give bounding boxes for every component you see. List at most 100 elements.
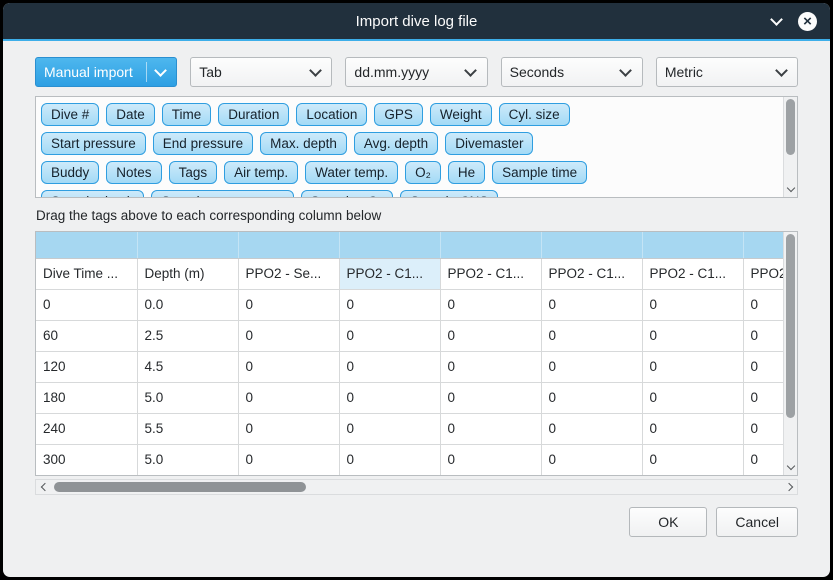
table-cell: 0	[541, 351, 642, 382]
tag-row: Dive # Date Time Duration Location GPS Weight C…	[41, 103, 776, 126]
scroll-right-arrow[interactable]	[783, 480, 796, 494]
column-drop-target[interactable]	[440, 232, 541, 258]
import-mode-combo[interactable]: Manual import	[35, 57, 177, 87]
tag-sample-po[interactable]: Sample pO₂	[301, 190, 394, 197]
table-row: 2405.5000000	[36, 413, 783, 444]
tag-he[interactable]: He	[448, 161, 485, 184]
tag-date[interactable]: Date	[106, 103, 155, 126]
tag-buddy[interactable]: Buddy	[41, 161, 99, 184]
field-separator-value: Tab	[199, 64, 307, 80]
ok-button[interactable]: OK	[629, 507, 707, 537]
chevron-down-icon	[463, 69, 479, 75]
chevron-down-icon	[786, 184, 794, 192]
column-drop-target[interactable]	[743, 232, 783, 258]
column-header[interactable]: PPO2 - C1...	[339, 258, 440, 289]
tag-notes[interactable]: Notes	[106, 161, 161, 184]
tag-sample-cns[interactable]: Sample CNS	[400, 190, 498, 197]
column-drop-target[interactable]	[36, 232, 137, 258]
table-cell: 180	[36, 382, 137, 413]
titlebar-buttons: ×	[769, 12, 830, 31]
table-cell: 0	[541, 382, 642, 413]
cancel-button[interactable]: Cancel	[716, 507, 798, 537]
table-cell: 0	[642, 382, 743, 413]
table-cell: 0	[339, 413, 440, 444]
table-cell: 0	[440, 289, 541, 320]
tag-end-pressure[interactable]: End pressure	[153, 132, 253, 155]
column-drop-target[interactable]	[642, 232, 743, 258]
column-header[interactable]: Dive Time ...	[36, 258, 137, 289]
tag-divemaster[interactable]: Divemaster	[445, 132, 533, 155]
table-cell: 0	[743, 413, 783, 444]
column-header[interactable]: PPO2 - C1...	[743, 258, 783, 289]
tag-sample-temperature[interactable]: Sample temperature	[151, 190, 293, 197]
scrollbar-thumb[interactable]	[54, 482, 306, 492]
tag-gps[interactable]: GPS	[374, 103, 423, 126]
column-drop-target[interactable]	[238, 232, 339, 258]
unit-system-combo[interactable]: Metric	[656, 57, 798, 87]
table-row: 1204.5000000	[36, 351, 783, 382]
table-row: 602.5000000	[36, 320, 783, 351]
tag-start-pressure[interactable]: Start pressure	[41, 132, 146, 155]
column-drop-target[interactable]	[339, 232, 440, 258]
scrollbar-thumb[interactable]	[786, 99, 795, 155]
column-header[interactable]: PPO2 - C1...	[642, 258, 743, 289]
tag-pool-rows: Dive # Date Time Duration Location GPS Weight C…	[36, 97, 781, 197]
preview-table: Dive Time ...Depth (m)PPO2 - Se...PPO2 -…	[36, 232, 783, 475]
table-cell: 0	[238, 413, 339, 444]
tag-water-temp[interactable]: Water temp.	[305, 161, 398, 184]
column-header[interactable]: PPO2 - C1...	[541, 258, 642, 289]
date-format-combo[interactable]: dd.mm.yyyy	[345, 57, 487, 87]
column-drop-target[interactable]	[137, 232, 238, 258]
table-cell: 120	[36, 351, 137, 382]
tag-sample-depth[interactable]: Sample depth	[41, 190, 144, 197]
tag-location[interactable]: Location	[296, 103, 367, 126]
column-header[interactable]: PPO2 - Se...	[238, 258, 339, 289]
close-button[interactable]: ×	[798, 12, 817, 31]
table-cell: 0	[541, 413, 642, 444]
date-format-value: dd.mm.yyyy	[354, 64, 462, 80]
tag-dive[interactable]: Dive #	[41, 103, 99, 126]
table-cell: 0	[642, 413, 743, 444]
drag-instruction-label: Drag the tags above to each correspondin…	[36, 208, 797, 223]
tag-o[interactable]: O₂	[405, 161, 441, 184]
chevron-down-icon	[307, 69, 323, 75]
tag-tags[interactable]: Tags	[169, 161, 218, 184]
titlebar[interactable]: Import dive log file ×	[3, 3, 830, 39]
column-header[interactable]: Depth (m)	[137, 258, 238, 289]
scroll-left-arrow[interactable]	[37, 480, 50, 494]
tag-time[interactable]: Time	[162, 103, 212, 126]
tag-duration[interactable]: Duration	[218, 103, 289, 126]
table-cell: 0	[440, 351, 541, 382]
table-cell: 240	[36, 413, 137, 444]
table-cell: 4.5	[137, 351, 238, 382]
field-separator-combo[interactable]: Tab	[190, 57, 332, 87]
shade-window-icon[interactable]	[769, 14, 783, 28]
scrollbar-thumb[interactable]	[786, 234, 795, 418]
column-header[interactable]: PPO2 - C1...	[440, 258, 541, 289]
time-units-combo[interactable]: Seconds	[501, 57, 643, 87]
tag-pool-scrollbar[interactable]	[783, 97, 797, 197]
table-cell: 0	[238, 382, 339, 413]
table-vertical-scrollbar[interactable]	[783, 232, 797, 475]
tag-weight[interactable]: Weight	[430, 103, 492, 126]
table-cell: 0	[440, 382, 541, 413]
chevron-down-icon	[618, 69, 634, 75]
table-cell: 0	[743, 320, 783, 351]
column-drop-target[interactable]	[541, 232, 642, 258]
table-horizontal-scrollbar[interactable]	[35, 479, 798, 495]
tag-air-temp[interactable]: Air temp.	[224, 161, 298, 184]
table-cell: 0	[238, 289, 339, 320]
table-cell: 0	[743, 382, 783, 413]
tag-avg-depth[interactable]: Avg. depth	[354, 132, 438, 155]
dialog-content: Manual import Tab dd.mm.yyyy Seconds Met…	[3, 41, 830, 577]
dialog-buttons: OK Cancel	[35, 507, 798, 537]
tag-sample-time[interactable]: Sample time	[492, 161, 587, 184]
chevron-left-icon	[40, 483, 48, 491]
tag-cyl-size[interactable]: Cyl. size	[499, 103, 570, 126]
table-cell: 0	[743, 351, 783, 382]
tag-max-depth[interactable]: Max. depth	[260, 132, 347, 155]
scroll-down-arrow[interactable]	[784, 183, 797, 196]
scroll-down-arrow[interactable]	[784, 461, 797, 474]
time-units-value: Seconds	[510, 64, 618, 80]
chevron-down-icon	[773, 69, 789, 75]
